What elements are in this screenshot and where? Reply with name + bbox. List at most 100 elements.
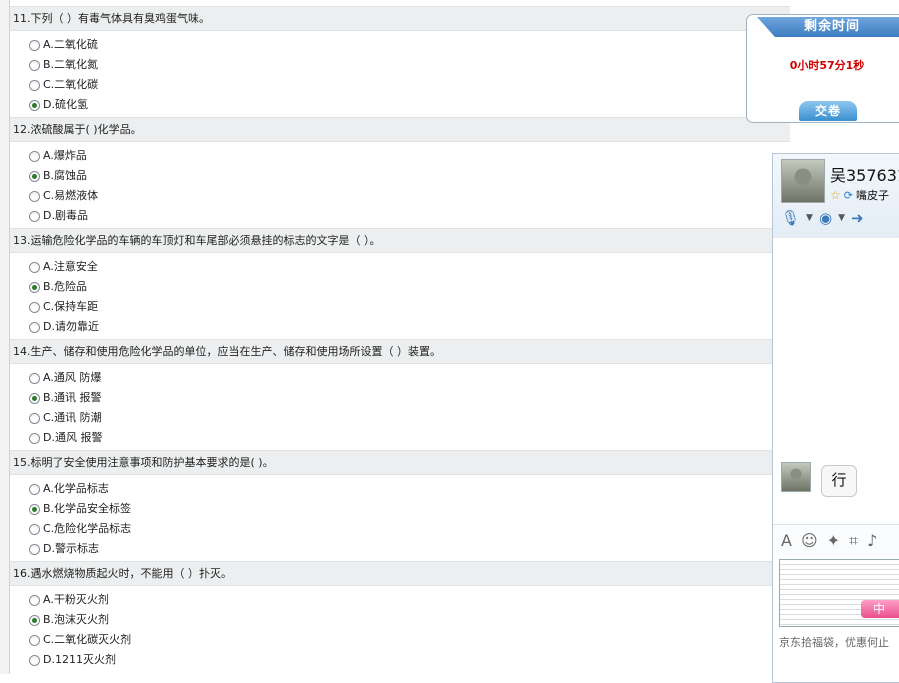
answer-option[interactable]: C.危险化学品标志 [29, 519, 790, 539]
question-title: 12.浓硫酸属于( )化学品。 [10, 117, 790, 142]
question-title: 16.遇水燃烧物质起火时，不能用（ ）扑灭。 [10, 561, 790, 586]
option-label: B.泡沫灭火剂 [43, 613, 110, 626]
radio-button[interactable] [29, 634, 40, 646]
ad-link[interactable]: 京东拾福袋，优惠何止 [779, 634, 889, 650]
answer-option[interactable]: C.二氧化碳 [29, 75, 790, 95]
option-label: B.化学品安全标签 [43, 502, 132, 515]
video-call-icon[interactable]: ◉ [819, 210, 832, 226]
ime-button[interactable]: 中 [861, 600, 899, 618]
answer-option[interactable]: D.警示标志 [29, 539, 790, 559]
voice-message-icon[interactable]: ♪ [867, 531, 877, 550]
answer-options: A.干粉灭火剂 B.泡沫灭火剂 C.二氧化碳灭火剂 D.1211灭火剂 [10, 586, 790, 670]
question-title: 13.运输危险化学品的车辆的车顶灯和车尾部必须悬挂的标志的文字是（ ）。 [10, 228, 790, 253]
radio-button[interactable] [29, 281, 40, 293]
radio-button[interactable] [29, 190, 40, 202]
remaining-time: 0小时57分1秒 [789, 59, 865, 72]
answer-option[interactable]: A.干粉灭火剂 [29, 590, 790, 610]
radio-button[interactable] [29, 150, 40, 162]
answer-option[interactable]: C.通讯 防潮 [29, 408, 790, 428]
radio-button[interactable] [29, 79, 40, 91]
answer-option[interactable]: A.通风 防爆 [29, 368, 790, 388]
answer-option[interactable]: C.二氧化碳灭火剂 [29, 630, 790, 650]
answer-option[interactable]: C.保持车距 [29, 297, 790, 317]
radio-button[interactable] [29, 543, 40, 555]
radio-button[interactable] [29, 654, 40, 666]
voice-call-icon[interactable]: 🎙 [781, 210, 800, 226]
answer-option[interactable]: B.腐蚀品 [29, 166, 790, 186]
quiz-list: 11.下列（ ）有毒气体具有臭鸡蛋气味。 A.二氧化硫 B.二氧化氮 C.二氧化碳 D.… [10, 6, 790, 672]
submit-exam-button[interactable]: 交卷 [799, 101, 857, 121]
radio-button[interactable] [29, 614, 40, 626]
question-block: 14.生产、储存和使用危险化学品的单位，应当在生产、储存和使用场所设置（ ）装置… [10, 339, 790, 450]
contact-avatar[interactable] [781, 159, 825, 203]
answer-option[interactable]: D.硫化氢 [29, 95, 790, 115]
answer-option[interactable]: B.泡沫灭火剂 [29, 610, 790, 630]
option-label: B.二氧化氮 [43, 58, 99, 71]
question-block: 15.标明了安全使用注意事项和防护基本要求的是( )。 A.化学品标志 B.化学品安… [10, 450, 790, 561]
magic-icon[interactable]: ✦ [827, 531, 840, 550]
answer-option[interactable]: D.请勿靠近 [29, 317, 790, 337]
question-title: 15.标明了安全使用注意事项和防护基本要求的是( )。 [10, 450, 790, 475]
radio-button[interactable] [29, 210, 40, 222]
answer-option[interactable]: D.通风 报警 [29, 428, 790, 448]
answer-option[interactable]: A.爆炸品 [29, 146, 790, 166]
font-icon[interactable]: A [781, 531, 792, 550]
question-title: 14.生产、储存和使用危险化学品的单位，应当在生产、储存和使用场所设置（ ）装置… [10, 339, 790, 364]
option-label: A.注意安全 [43, 260, 98, 273]
chevron-down-icon[interactable]: ▼ [838, 213, 845, 223]
send-file-icon[interactable]: ➜ [851, 210, 864, 226]
radio-button[interactable] [29, 99, 40, 111]
chat-messages: 行 [773, 238, 899, 523]
chat-toolbar: 🎙 ▼ ◉ ▼ ➜ [781, 210, 864, 226]
message-avatar[interactable] [781, 462, 811, 492]
radio-button[interactable] [29, 412, 40, 424]
answer-option[interactable]: B.通讯 报警 [29, 388, 790, 408]
question-title: 11.下列（ ）有毒气体具有臭鸡蛋气味。 [10, 6, 790, 31]
answer-options: A.爆炸品 B.腐蚀品 C.易燃液体 D.剧毒品 [10, 142, 790, 226]
answer-options: A.注意安全 B.危险品 C.保持车距 D.请勿靠近 [10, 253, 790, 337]
option-label: C.通讯 防潮 [43, 411, 102, 424]
answer-options: A.化学品标志 B.化学品安全标签 C.危险化学品标志 D.警示标志 [10, 475, 790, 559]
radio-button[interactable] [29, 170, 40, 182]
radio-button[interactable] [29, 321, 40, 333]
radio-button[interactable] [29, 594, 40, 606]
answer-option[interactable]: A.注意安全 [29, 257, 790, 277]
qq-space-icon[interactable]: ⟳ [844, 189, 853, 202]
chat-header: 吴357631 ☆ ⟳ 嘴皮子 🎙 ▼ ◉ ▼ ➜ [773, 154, 899, 238]
option-label: A.化学品标志 [43, 482, 109, 495]
answer-option[interactable]: A.二氧化硫 [29, 35, 790, 55]
answer-option[interactable]: B.化学品安全标签 [29, 499, 790, 519]
radio-button[interactable] [29, 503, 40, 515]
answer-option[interactable]: A.化学品标志 [29, 479, 790, 499]
option-label: B.腐蚀品 [43, 169, 88, 182]
option-label: B.危险品 [43, 280, 88, 293]
option-label: B.通讯 报警 [43, 391, 102, 404]
radio-button[interactable] [29, 392, 40, 404]
radio-button[interactable] [29, 523, 40, 535]
radio-button[interactable] [29, 372, 40, 384]
question-block: 11.下列（ ）有毒气体具有臭鸡蛋气味。 A.二氧化硫 B.二氧化氮 C.二氧化碳 D.… [10, 6, 790, 117]
answer-option[interactable]: D.1211灭火剂 [29, 650, 790, 670]
answer-option[interactable]: B.危险品 [29, 277, 790, 297]
question-block: 16.遇水燃烧物质起火时，不能用（ ）扑灭。 A.干粉灭火剂 B.泡沫灭火剂 C.二氧… [10, 561, 790, 672]
radio-button[interactable] [29, 301, 40, 313]
radio-button[interactable] [29, 432, 40, 444]
answer-option[interactable]: C.易燃液体 [29, 186, 790, 206]
star-icon[interactable]: ☆ [830, 188, 841, 202]
screenshot-icon[interactable]: ⌗ [849, 531, 858, 551]
option-label: C.二氧化碳灭火剂 [43, 633, 132, 646]
option-label: D.请勿靠近 [43, 320, 99, 333]
answer-option[interactable]: D.剧毒品 [29, 206, 790, 226]
option-label: D.警示标志 [43, 542, 99, 555]
chevron-down-icon[interactable]: ▼ [806, 213, 813, 223]
radio-button[interactable] [29, 39, 40, 51]
radio-button[interactable] [29, 261, 40, 273]
radio-button[interactable] [29, 59, 40, 71]
emoji-icon[interactable]: ☺ [801, 531, 818, 550]
radio-button[interactable] [29, 483, 40, 495]
answer-options: A.通风 防爆 B.通讯 报警 C.通讯 防潮 D.通风 报警 [10, 364, 790, 448]
chat-window: 吴357631 ☆ ⟳ 嘴皮子 🎙 ▼ ◉ ▼ ➜ 行 A ☺ ✦ ⌗ ♪ 中 … [772, 153, 899, 683]
question-block: 12.浓硫酸属于( )化学品。 A.爆炸品 B.腐蚀品 C.易燃液体 D.剧毒品 [10, 117, 790, 228]
contact-name: 吴357631 [830, 166, 899, 185]
answer-option[interactable]: B.二氧化氮 [29, 55, 790, 75]
